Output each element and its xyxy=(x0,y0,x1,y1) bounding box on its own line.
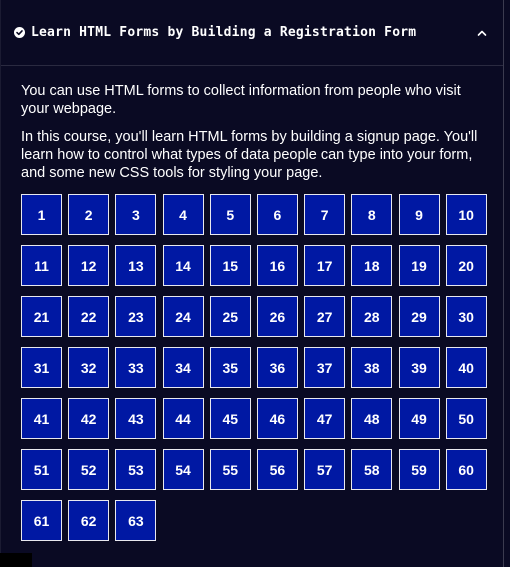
step-button[interactable]: 3 xyxy=(115,194,157,235)
step-button[interactable]: 53 xyxy=(115,449,157,490)
step-button[interactable]: 29 xyxy=(398,296,440,337)
step-button[interactable]: 39 xyxy=(398,347,440,388)
step-button[interactable]: 1 xyxy=(21,194,62,235)
step-button[interactable]: 37 xyxy=(304,347,346,388)
step-button[interactable]: 63 xyxy=(115,500,157,541)
step-button[interactable]: 61 xyxy=(21,500,62,541)
step-button[interactable]: 54 xyxy=(162,449,204,490)
step-button[interactable]: 21 xyxy=(21,296,62,337)
step-button[interactable]: 27 xyxy=(304,296,346,337)
step-button[interactable]: 17 xyxy=(304,245,346,286)
step-button[interactable]: 34 xyxy=(162,347,204,388)
step-button[interactable]: 4 xyxy=(162,194,204,235)
step-button[interactable]: 32 xyxy=(68,347,110,388)
step-button[interactable]: 38 xyxy=(351,347,393,388)
step-button[interactable]: 33 xyxy=(115,347,157,388)
step-button[interactable]: 60 xyxy=(445,449,487,490)
step-button[interactable]: 46 xyxy=(256,398,298,439)
step-button[interactable]: 57 xyxy=(304,449,346,490)
step-button[interactable]: 35 xyxy=(209,347,251,388)
intro-paragraph-1: You can use HTML forms to collect inform… xyxy=(21,83,461,117)
step-button[interactable]: 13 xyxy=(115,245,157,286)
step-button[interactable]: 16 xyxy=(256,245,298,286)
step-button[interactable]: 22 xyxy=(68,296,110,337)
step-button[interactable]: 36 xyxy=(256,347,298,388)
step-button[interactable]: 47 xyxy=(304,398,346,439)
check-circle-icon xyxy=(14,27,25,38)
step-button[interactable]: 43 xyxy=(115,398,157,439)
step-button[interactable]: 59 xyxy=(398,449,440,490)
step-button[interactable]: 52 xyxy=(68,449,110,490)
step-grid: 1 2 3 4 5 6 7 8 9 10 11 12 13 14 15 16 17 18 19 20 21 22 23 24 2… xyxy=(21,194,487,541)
step-button[interactable]: 26 xyxy=(256,296,298,337)
step-button[interactable]: 9 xyxy=(398,194,440,235)
step-button[interactable]: 31 xyxy=(21,347,62,388)
step-button[interactable]: 19 xyxy=(398,245,440,286)
caret-up-icon[interactable] xyxy=(476,27,488,39)
corner-shadow xyxy=(0,553,32,567)
step-button[interactable]: 8 xyxy=(351,194,393,235)
step-button[interactable]: 40 xyxy=(445,347,487,388)
step-button[interactable]: 7 xyxy=(304,194,346,235)
step-button[interactable]: 15 xyxy=(209,245,251,286)
step-button[interactable]: 12 xyxy=(68,245,110,286)
step-button[interactable]: 41 xyxy=(21,398,62,439)
step-button[interactable]: 25 xyxy=(209,296,251,337)
step-button[interactable]: 28 xyxy=(351,296,393,337)
step-button[interactable]: 23 xyxy=(115,296,157,337)
step-button[interactable]: 20 xyxy=(445,245,487,286)
step-button[interactable]: 48 xyxy=(351,398,393,439)
step-button[interactable]: 56 xyxy=(256,449,298,490)
step-button[interactable]: 55 xyxy=(209,449,251,490)
course-block-panel: Learn HTML Forms by Building a Registrat… xyxy=(0,0,504,567)
course-block-title: Learn HTML Forms by Building a Registrat… xyxy=(31,25,417,40)
step-button[interactable]: 49 xyxy=(398,398,440,439)
step-button[interactable]: 50 xyxy=(445,398,487,439)
step-button[interactable]: 10 xyxy=(445,194,487,235)
step-button[interactable]: 62 xyxy=(68,500,110,541)
step-button[interactable]: 58 xyxy=(351,449,393,490)
step-button[interactable]: 44 xyxy=(162,398,204,439)
step-button[interactable]: 2 xyxy=(68,194,110,235)
step-button[interactable]: 11 xyxy=(21,245,62,286)
step-button[interactable]: 6 xyxy=(256,194,298,235)
step-button[interactable]: 51 xyxy=(21,449,62,490)
step-button[interactable]: 24 xyxy=(162,296,204,337)
step-button[interactable]: 5 xyxy=(209,194,251,235)
step-button[interactable]: 14 xyxy=(162,245,204,286)
step-button[interactable]: 42 xyxy=(68,398,110,439)
course-block-content: You can use HTML forms to collect inform… xyxy=(1,66,503,541)
step-button[interactable]: 18 xyxy=(351,245,393,286)
course-block-header[interactable]: Learn HTML Forms by Building a Registrat… xyxy=(1,0,503,66)
intro-paragraph-2: In this course, you'll learn HTML forms … xyxy=(21,129,478,181)
step-button[interactable]: 45 xyxy=(209,398,251,439)
step-button[interactable]: 30 xyxy=(445,296,487,337)
